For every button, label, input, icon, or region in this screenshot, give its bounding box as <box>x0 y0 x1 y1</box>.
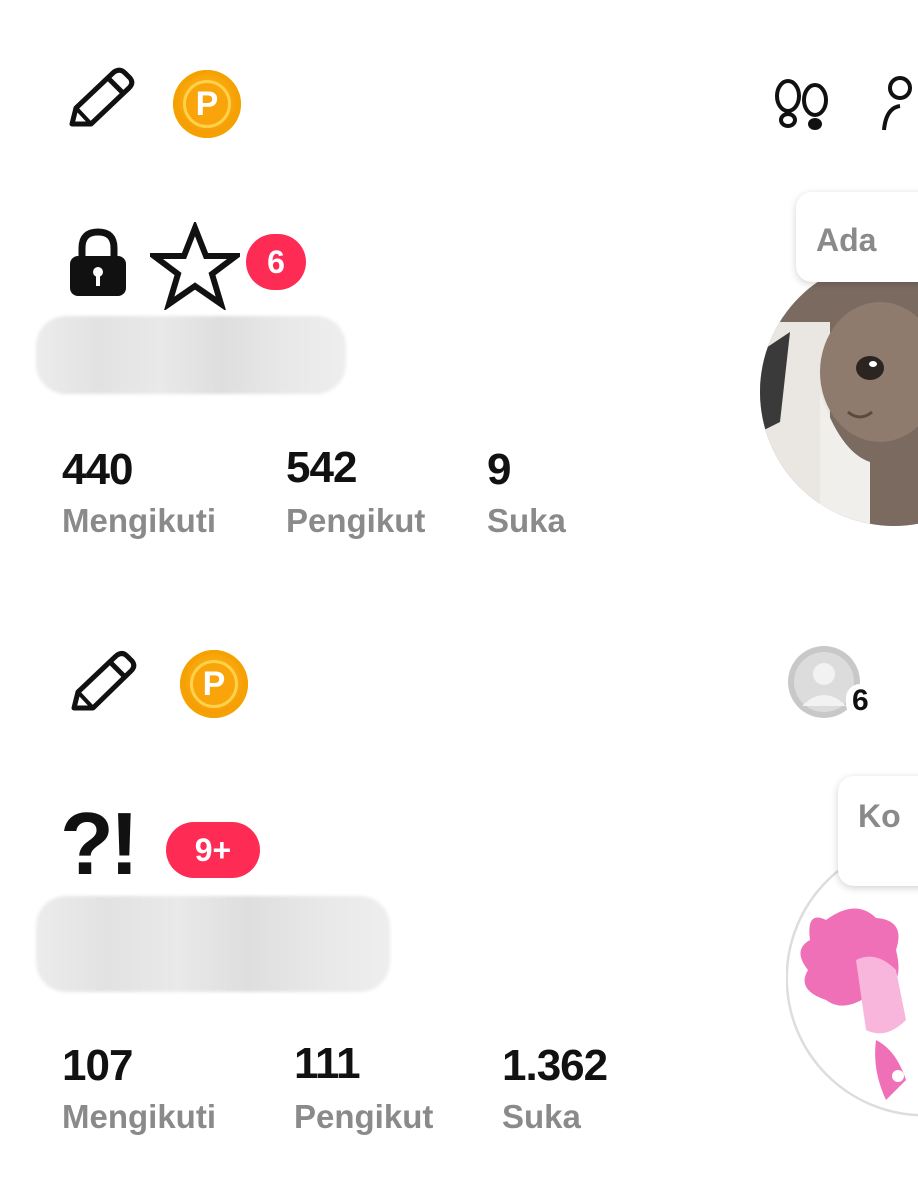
stat-value: 440 <box>62 445 133 494</box>
edit-pencil-icon[interactable] <box>64 648 140 718</box>
stat-followers[interactable]: 111 Pengikut <box>294 1039 434 1135</box>
star-icon <box>145 219 245 312</box>
stat-likes[interactable]: 9 Suka <box>487 445 566 539</box>
stat-value: 111 <box>294 1039 361 1088</box>
profile-title-glyph: ?! <box>60 794 139 893</box>
stat-label: Pengikut <box>294 1098 434 1135</box>
footprints-icon[interactable] <box>770 76 834 134</box>
stat-label: Suka <box>502 1098 581 1135</box>
stat-label: Pengikut <box>286 502 426 539</box>
edit-pencil-icon[interactable] <box>62 66 138 136</box>
username-redacted <box>36 896 390 992</box>
stat-following[interactable]: 107 Mengikuti <box>62 1041 216 1135</box>
stat-label: Mengikuti <box>62 1098 216 1135</box>
stat-value: 9 <box>487 445 511 494</box>
stat-followers[interactable]: 542 Pengikut <box>286 443 426 539</box>
username-redacted <box>36 316 346 394</box>
stat-likes[interactable]: 1.362 Suka <box>502 1041 608 1135</box>
friends-avatar[interactable]: 6 <box>786 644 875 724</box>
friends-count: 6 <box>846 684 875 718</box>
notification-badge[interactable]: 6 <box>246 234 306 290</box>
coin-letter: P <box>190 660 238 708</box>
stat-following[interactable]: 440 Mengikuti <box>62 445 216 539</box>
stat-label: Suka <box>487 502 566 539</box>
note-text: Ko <box>858 798 901 834</box>
coin-letter: P <box>183 80 231 128</box>
add-friend-icon[interactable] <box>878 74 918 134</box>
coin-icon[interactable]: P <box>173 70 241 138</box>
note-bubble[interactable]: Ko <box>838 776 918 886</box>
stat-value: 107 <box>62 1041 133 1090</box>
lock-icon <box>66 226 130 298</box>
stat-value: 542 <box>286 443 357 492</box>
avatar[interactable] <box>760 262 918 526</box>
stat-value: 1.362 <box>502 1041 608 1090</box>
coin-icon[interactable]: P <box>180 650 248 718</box>
stat-label: Mengikuti <box>62 502 216 539</box>
note-text: Ada <box>816 222 877 258</box>
note-bubble[interactable]: Ada <box>796 192 918 282</box>
notification-badge[interactable]: 9+ <box>166 822 260 878</box>
